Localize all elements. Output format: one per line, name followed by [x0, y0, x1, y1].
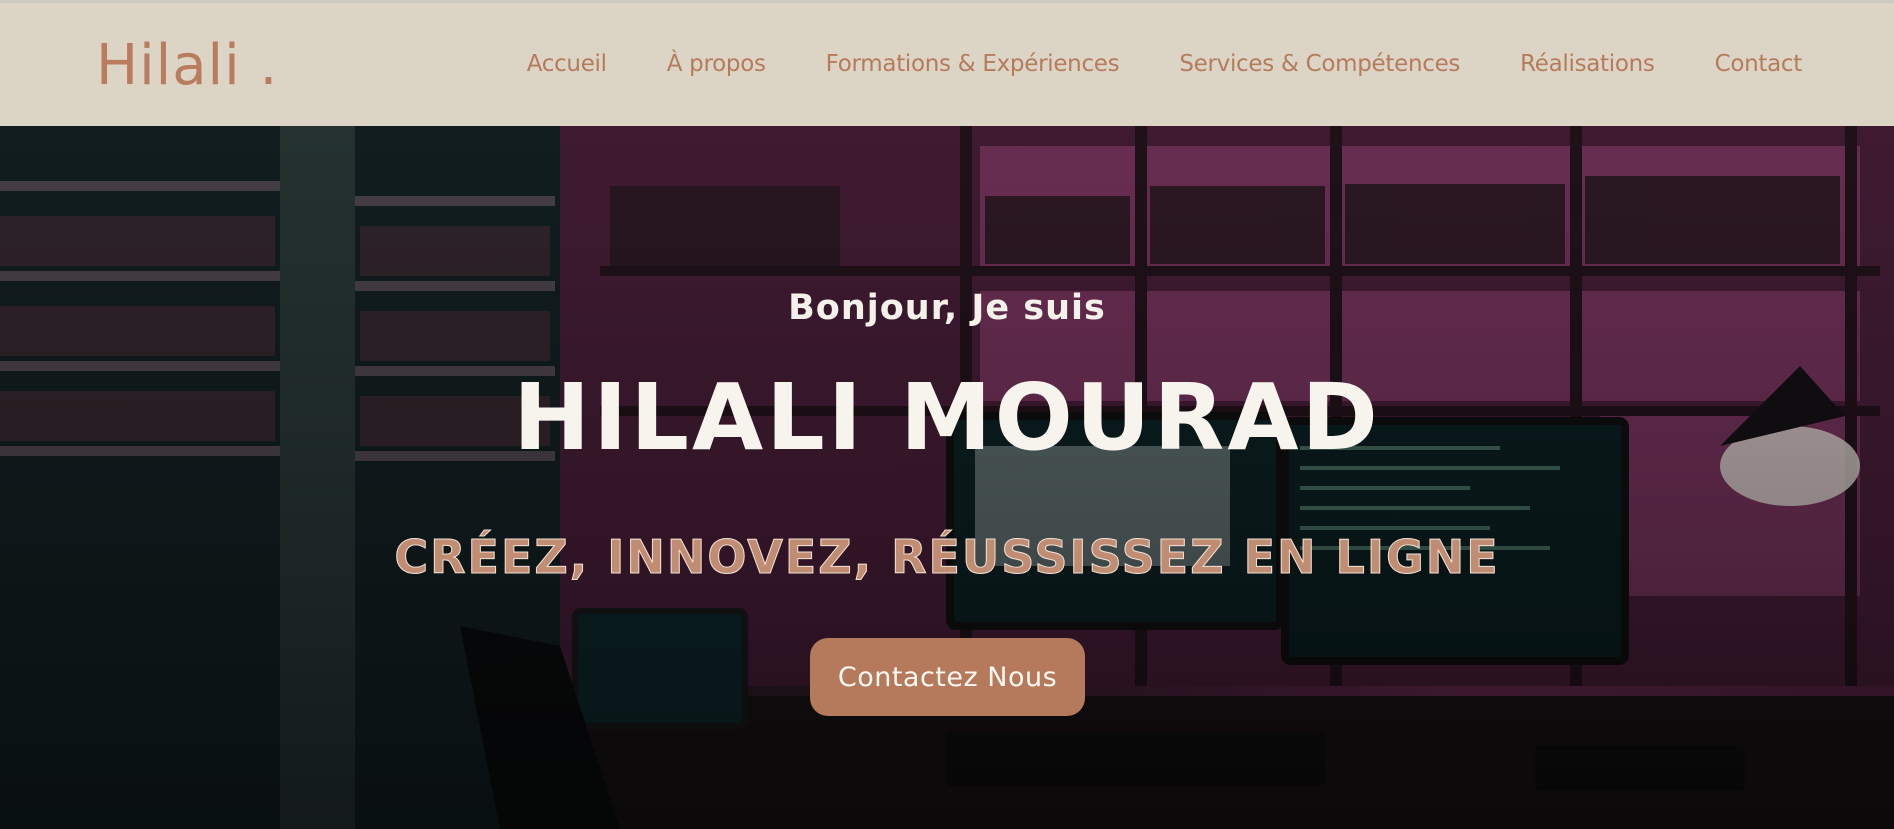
- contact-us-button[interactable]: Contactez Nous: [810, 638, 1085, 716]
- nav-link-formations[interactable]: Formations & Expériences: [826, 51, 1120, 77]
- site-logo[interactable]: Hilali .: [96, 33, 278, 98]
- nav-link-realisations[interactable]: Réalisations: [1520, 51, 1655, 77]
- nav-link-contact[interactable]: Contact: [1715, 51, 1803, 77]
- hero-content: Bonjour, Je suis HILALI MOURAD CRÉEZ, IN…: [0, 126, 1894, 829]
- hero-tagline: CRÉEZ, INNOVEZ, RÉUSSISSEZ EN LIGNE: [394, 530, 1500, 585]
- nav-link-accueil[interactable]: Accueil: [527, 51, 607, 77]
- main-nav: Accueil À propos Formations & Expérience…: [527, 51, 1803, 77]
- nav-link-services[interactable]: Services & Compétences: [1179, 51, 1460, 77]
- navbar: Hilali . Accueil À propos Formations & E…: [0, 0, 1894, 126]
- hero-name: HILALI MOURAD: [513, 364, 1381, 471]
- hero-section: Bonjour, Je suis HILALI MOURAD CRÉEZ, IN…: [0, 126, 1894, 829]
- nav-link-a-propos[interactable]: À propos: [667, 51, 766, 77]
- hero-greeting: Bonjour, Je suis: [788, 288, 1106, 328]
